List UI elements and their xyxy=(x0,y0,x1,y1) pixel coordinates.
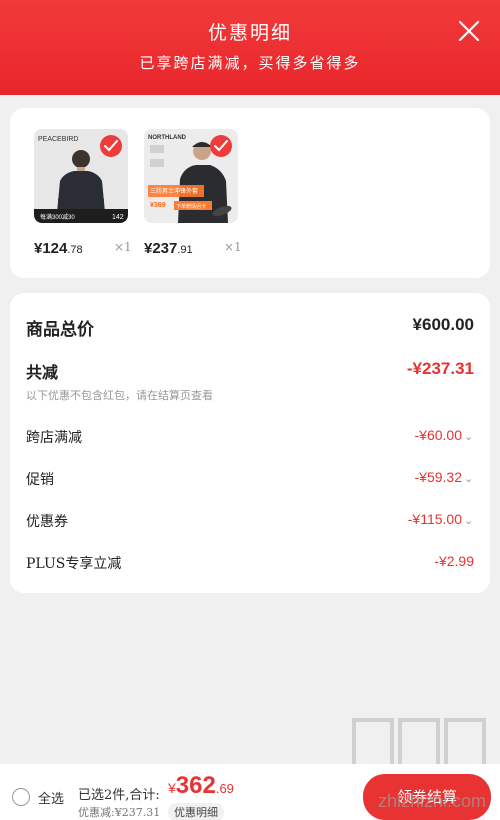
check-icon xyxy=(104,140,118,152)
product-price-row: ¥124.78 ×1 xyxy=(34,238,154,258)
product-promo: 三防男士冲锋外套 xyxy=(150,187,198,195)
check-icon xyxy=(214,140,228,152)
total-row: 商品总价 ¥600.00 xyxy=(26,315,474,341)
discount-summary: 优惠减:¥237.31 xyxy=(78,806,161,819)
detail-sheet: PEACEBIRD 每满300减30 142 ¥124.78 ×1 NORTHL… xyxy=(0,95,500,820)
page-subtitle: 已享跨店满减，买得多省得多 xyxy=(139,54,361,72)
product-promo-price: ¥369 xyxy=(150,202,166,209)
selected-count: 已选2件,合计: xyxy=(78,788,160,803)
discount-row: PLUS专享立减 -¥2.99 xyxy=(26,553,474,579)
discount-note: 以下优惠不包含红包，请在结算页查看 xyxy=(26,389,213,402)
close-button[interactable] xyxy=(456,18,482,44)
discount-value: -¥59.32 ⌄ xyxy=(414,469,474,485)
close-icon xyxy=(458,20,480,42)
product-item[interactable]: NORTHLAND 三防男士冲锋外套 ¥369 下单赠情侣卡 xyxy=(144,129,238,223)
summary-card: 商品总价 ¥600.00 共减 -¥237.31 以下优惠不包含红包，请在结算页… xyxy=(10,293,490,593)
discount-label: PLUS专享立减 xyxy=(26,556,122,572)
discount-detail-button[interactable]: 优惠明细 xyxy=(168,803,224,820)
product-qty: ×1 xyxy=(224,240,242,254)
product-check[interactable] xyxy=(210,135,232,157)
product-badge: 142 xyxy=(112,214,124,221)
product-brand: NORTHLAND xyxy=(148,135,187,141)
select-all-radio[interactable] xyxy=(12,788,30,806)
discount-label: 优惠券 xyxy=(26,514,68,530)
products-card: PEACEBIRD 每满300减30 142 ¥124.78 ×1 NORTHL… xyxy=(10,108,490,278)
page-title: 优惠明细 xyxy=(207,22,292,44)
reduce-value: -¥237.31 xyxy=(406,359,474,378)
total-amount: ¥362.69 xyxy=(168,772,234,799)
product-price: ¥124.78 xyxy=(34,240,83,257)
select-all-label[interactable]: 全选 xyxy=(38,788,64,807)
discount-label: 促销 xyxy=(26,472,54,488)
header: 优惠明细 已享跨店满减，买得多省得多 xyxy=(0,0,500,95)
total-label: 商品总价 xyxy=(26,320,94,340)
total-value: ¥600.00 xyxy=(412,315,474,334)
chevron-down-icon: ⌄ xyxy=(464,473,474,485)
product-item[interactable]: PEACEBIRD 每满300减30 142 xyxy=(34,129,128,223)
product-qty: ×1 xyxy=(114,240,132,254)
discount-value: -¥60.00 ⌄ xyxy=(414,427,474,443)
discount-row[interactable]: 促销 -¥59.32 ⌄ xyxy=(26,469,474,495)
product-promo: 下单赠情侣卡 xyxy=(176,203,206,210)
product-promo: 每满300减30 xyxy=(40,213,75,221)
note-row: 以下优惠不包含红包，请在结算页查看 xyxy=(26,387,474,413)
chevron-down-icon: ⌄ xyxy=(464,431,474,443)
discount-row[interactable]: 优惠券 -¥115.00 ⌄ xyxy=(26,511,474,537)
reduce-label: 共减 xyxy=(26,363,59,382)
discount-value: -¥115.00 ⌄ xyxy=(407,511,474,527)
discount-value: -¥2.99 xyxy=(434,553,474,569)
product-image[interactable]: PEACEBIRD 每满300减30 142 xyxy=(34,129,128,223)
product-price-row: ¥237.91 ×1 xyxy=(144,238,264,258)
product-price: ¥237.91 xyxy=(144,240,193,257)
product-brand: PEACEBIRD xyxy=(38,136,78,143)
chevron-down-icon: ⌄ xyxy=(464,515,474,527)
watermark-text: zhizhizhi.com xyxy=(377,791,486,811)
discount-row[interactable]: 跨店满减 -¥60.00 ⌄ xyxy=(26,427,474,453)
product-check[interactable] xyxy=(100,135,122,157)
product-image[interactable]: NORTHLAND 三防男士冲锋外套 ¥369 下单赠情侣卡 xyxy=(144,129,238,223)
reduce-row: 共减 -¥237.31 xyxy=(26,359,474,385)
discount-label: 跨店满减 xyxy=(26,430,82,446)
